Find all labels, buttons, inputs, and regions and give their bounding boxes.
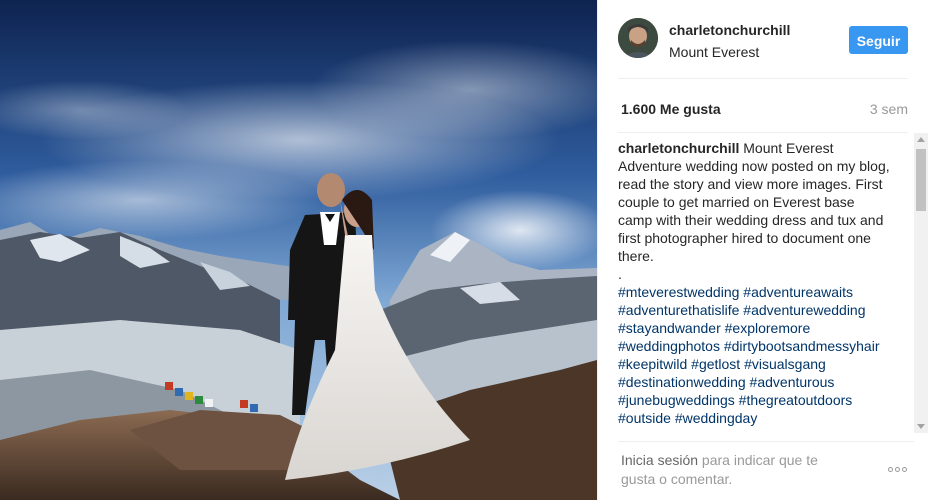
likes-count[interactable]: 1.600 Me gusta bbox=[621, 101, 721, 117]
username[interactable]: charletonchurchill bbox=[669, 22, 790, 38]
caption-separator: . bbox=[618, 266, 622, 282]
caption-hashtags[interactable]: #mteverestwedding #adventureawaits #adve… bbox=[618, 283, 890, 427]
post-header: charletonchurchill Mount Everest Seguir bbox=[618, 16, 908, 79]
everest-wedding-photo bbox=[0, 0, 597, 500]
post-side-panel: charletonchurchill Mount Everest Seguir … bbox=[597, 0, 933, 500]
caption-scroll-area[interactable]: charletonchurchill Mount Everest Adventu… bbox=[618, 139, 910, 432]
location[interactable]: Mount Everest bbox=[669, 44, 759, 60]
caption-username[interactable]: charletonchurchill bbox=[618, 140, 739, 156]
more-dot-icon bbox=[902, 467, 907, 472]
scrollbar-thumb[interactable] bbox=[916, 149, 926, 211]
caption-text: Mount Everest Adventure wedding now post… bbox=[618, 140, 890, 264]
post-photo[interactable] bbox=[0, 0, 597, 500]
scroll-up-arrow-icon[interactable] bbox=[917, 137, 925, 142]
more-dot-icon bbox=[888, 467, 893, 472]
avatar-photo-icon bbox=[618, 18, 658, 58]
caption: charletonchurchill Mount Everest Adventu… bbox=[618, 139, 890, 427]
likes-row: 1.600 Me gusta 3 sem bbox=[618, 100, 908, 133]
more-dot-icon bbox=[895, 467, 900, 472]
more-options-icon[interactable] bbox=[888, 459, 914, 472]
follow-button[interactable]: Seguir bbox=[849, 26, 908, 54]
login-link[interactable]: Inicia sesión bbox=[621, 452, 698, 468]
caption-scrollbar[interactable] bbox=[914, 133, 928, 433]
post-footer: Inicia sesión para indicar que te gusta … bbox=[618, 441, 914, 492]
scroll-down-arrow-icon[interactable] bbox=[917, 424, 925, 429]
post-time[interactable]: 3 sem bbox=[870, 101, 908, 117]
avatar[interactable] bbox=[618, 18, 658, 58]
login-prompt: Inicia sesión para indicar que te gusta … bbox=[621, 451, 846, 489]
